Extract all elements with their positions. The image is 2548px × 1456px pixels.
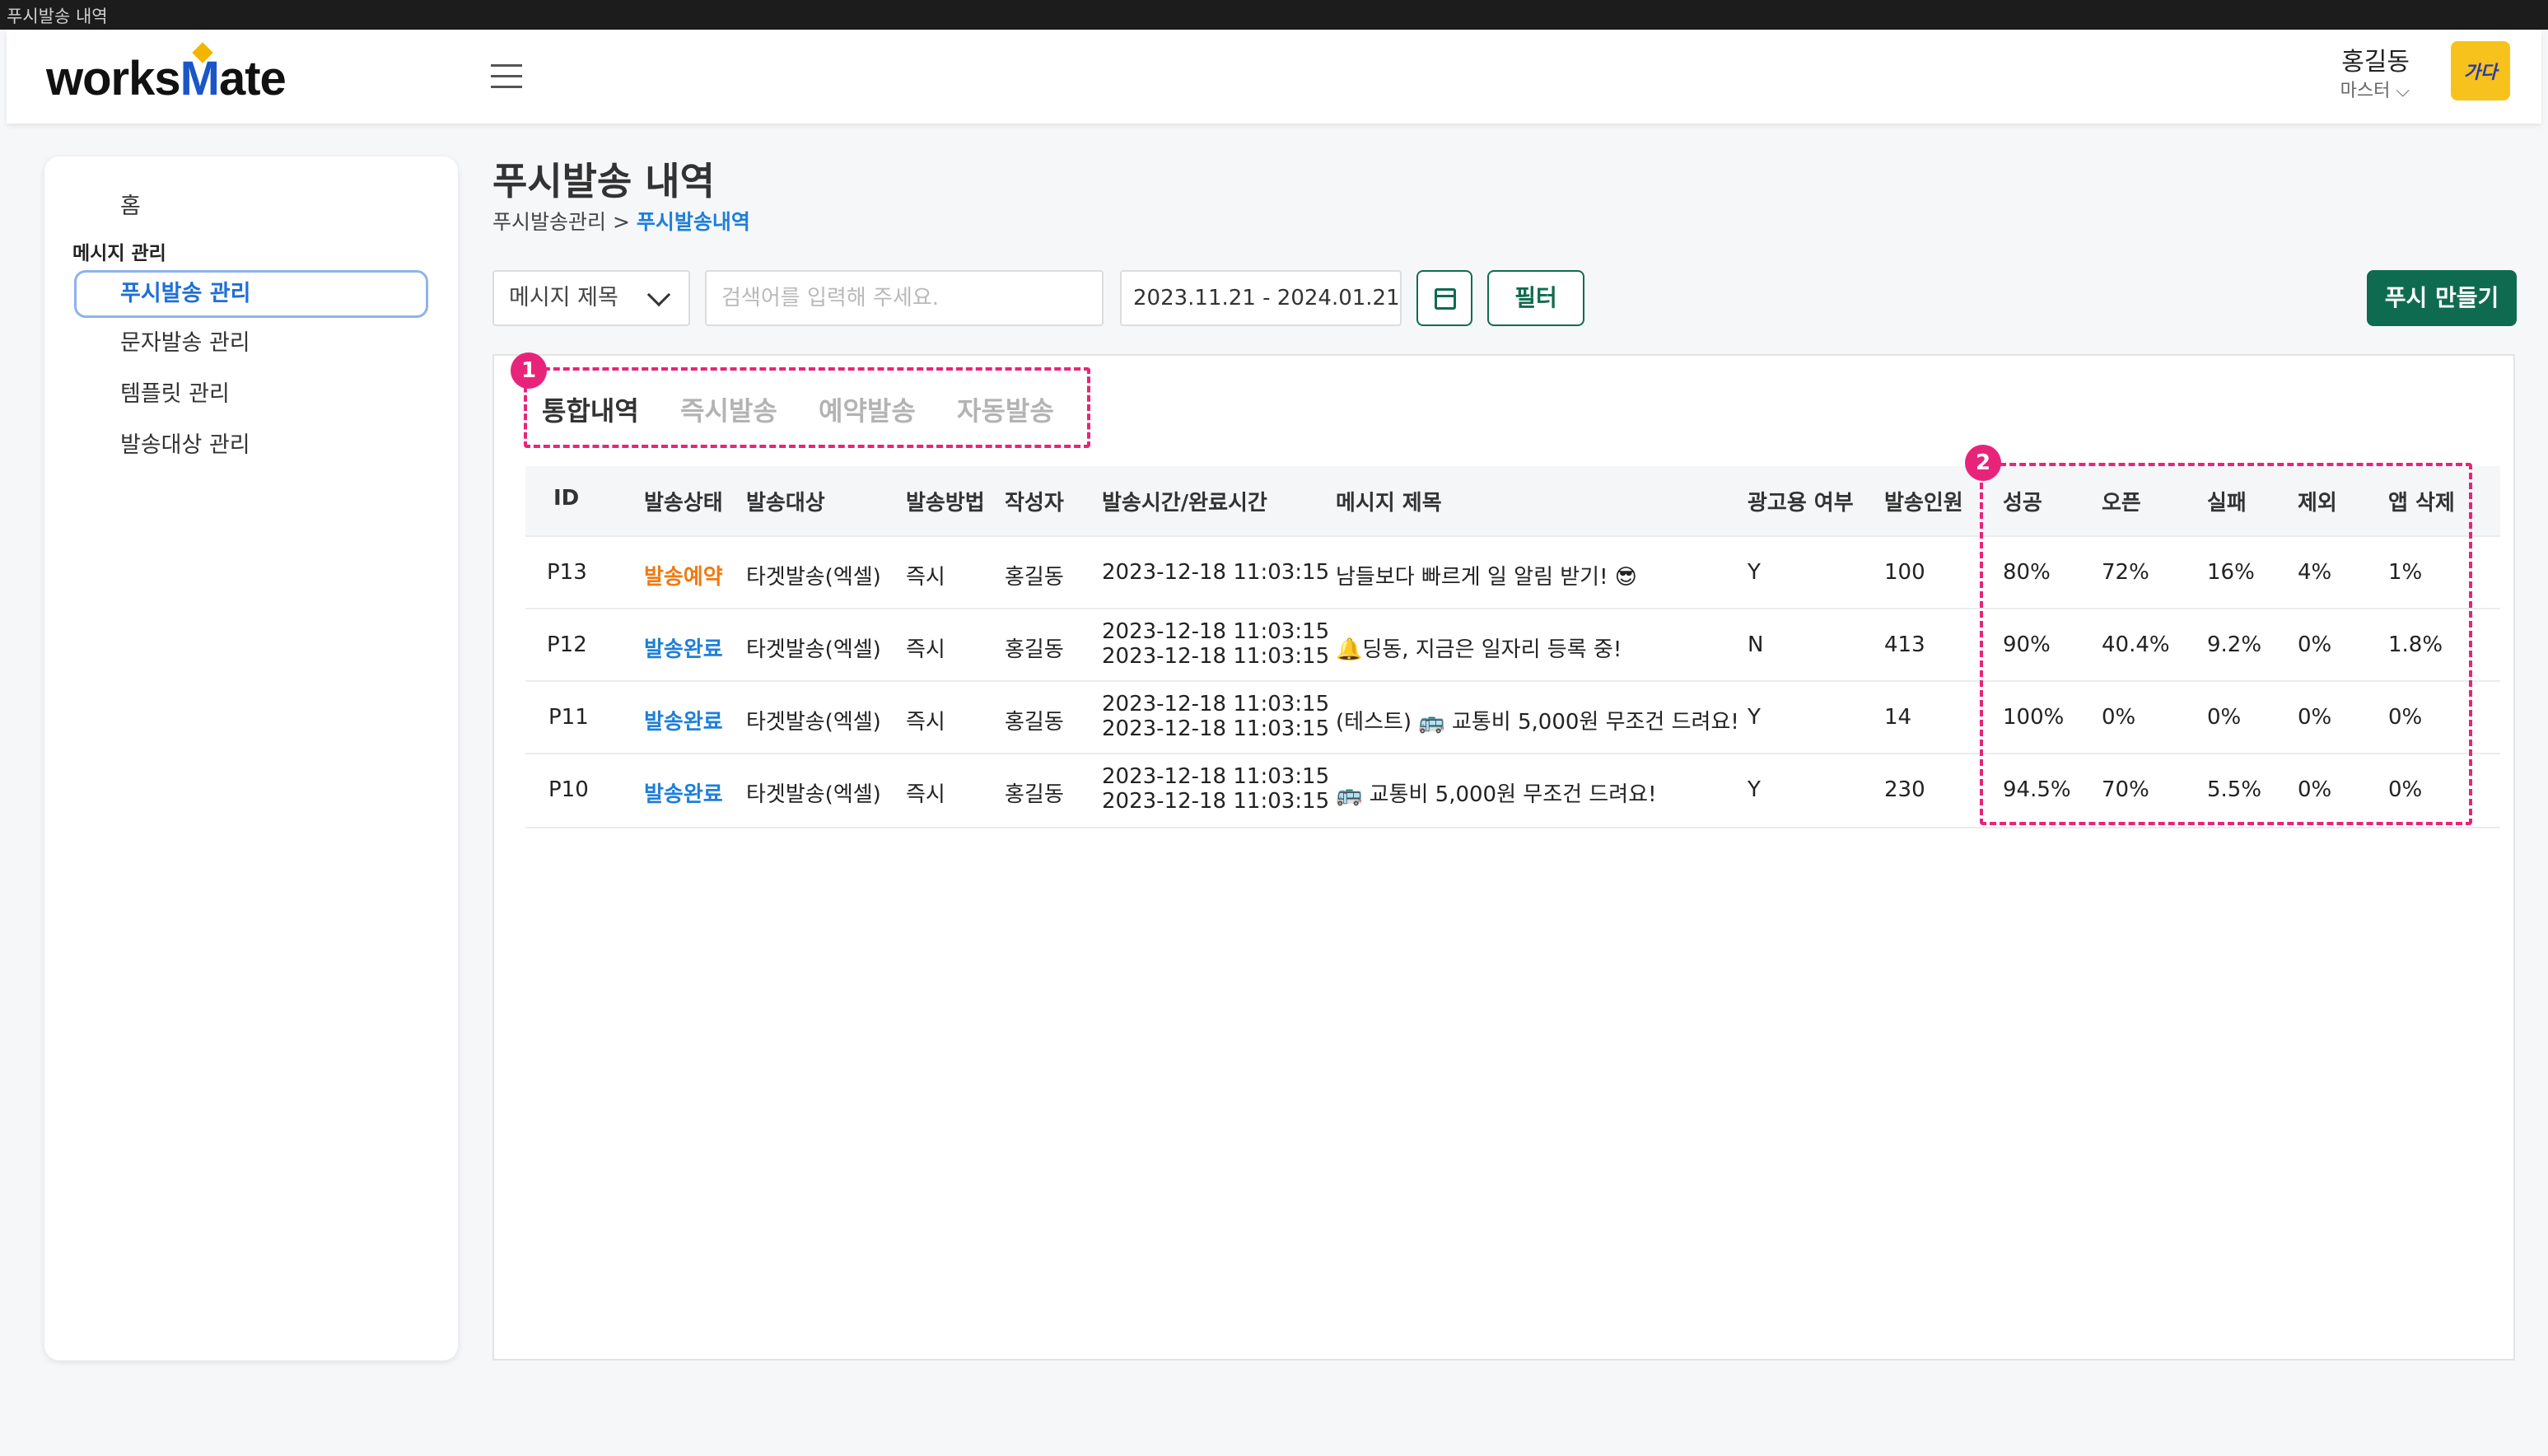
cell-status: 발송예약	[644, 565, 723, 590]
cell-title[interactable]: 남들보다 빠르게 일 알림 받기! 😎	[1336, 560, 1637, 590]
search-field-select[interactable]: 메시지 제목	[492, 270, 690, 326]
cell-id: P11	[548, 705, 589, 730]
cell-time-sent: 2023-12-18 11:03:15	[1102, 764, 1330, 789]
cell-title[interactable]: 🔔딩동, 지금은 일자리 등록 중!	[1336, 632, 1622, 663]
sidebar-item-push[interactable]: 푸시발송 관리	[74, 270, 428, 318]
cell-time-done: 2023-12-18 11:03:15	[1102, 716, 1330, 741]
menu-icon[interactable]	[491, 64, 522, 91]
cell-ad: Y	[1748, 777, 1761, 802]
cell-status: 발송완료	[644, 710, 723, 735]
cell-method: 즉시	[906, 782, 945, 807]
col-target: 발송대상	[746, 491, 825, 516]
create-push-button[interactable]: 푸시 만들기	[2367, 270, 2517, 326]
stats-annotation-box	[1980, 463, 2472, 825]
cell-time: 2023-12-18 11:03:15	[1102, 560, 1330, 585]
cell-author: 홍길동	[1005, 710, 1064, 735]
col-author: 작성자	[1005, 491, 1064, 516]
cell-status: 발송완료	[644, 782, 723, 807]
annotation-marker-2: 2	[1965, 445, 2001, 481]
cell-ad: N	[1748, 632, 1764, 657]
cell-method: 즉시	[906, 710, 945, 735]
calendar-button[interactable]	[1416, 270, 1472, 326]
logo-text-m: M	[180, 52, 220, 105]
col-count: 발송인원	[1884, 491, 1963, 516]
cell-author: 홍길동	[1005, 782, 1064, 807]
cell-count: 100	[1884, 560, 1925, 585]
col-status: 발송상태	[644, 491, 723, 516]
window-title: 푸시발송 내역	[7, 7, 108, 26]
col-id: ID	[553, 486, 580, 511]
col-ad: 광고용 여부	[1748, 491, 1854, 516]
cell-target: 타겟발송(엑셀)	[746, 637, 881, 662]
cell-time-done: 2023-12-18 11:03:15	[1102, 644, 1330, 669]
breadcrumb: 푸시발송관리 > 푸시발송내역	[492, 206, 750, 236]
user-role-dropdown[interactable]: 마스터 ⌵	[2340, 76, 2410, 102]
sidebar-section-message: 메시지 관리	[72, 243, 166, 264]
cell-title[interactable]: 🚌 교통비 5,000원 무조건 드려요!	[1336, 777, 1657, 808]
sidebar-item-sms[interactable]: 문자발송 관리	[74, 320, 428, 367]
cell-count: 413	[1884, 632, 1925, 657]
user-name: 홍길동	[2341, 48, 2410, 77]
cell-target: 타겟발송(엑셀)	[746, 710, 881, 735]
cell-target: 타겟발송(엑셀)	[746, 782, 881, 807]
breadcrumb-current: 푸시발송내역	[636, 210, 750, 234]
cell-id: P13	[547, 560, 587, 585]
cell-method: 즉시	[906, 565, 945, 590]
cell-ad: Y	[1748, 705, 1761, 730]
top-header: worksMate 홍길동 마스터 ⌵ 가다	[7, 30, 2541, 124]
col-method: 발송방법	[906, 491, 985, 516]
cell-title[interactable]: (테스트) 🚌 교통비 5,000원 무조건 드려요!	[1336, 705, 1739, 735]
window-titlebar: 푸시발송 내역	[0, 0, 2548, 30]
col-title: 메시지 제목	[1336, 491, 1442, 516]
cell-time-sent: 2023-12-18 11:03:15	[1102, 619, 1330, 644]
logo-text-ate: ate	[218, 52, 287, 105]
annotation-marker-1: 1	[511, 352, 547, 389]
filter-button[interactable]: 필터	[1487, 270, 1584, 326]
tab-auto[interactable]: 자동발송	[957, 390, 1054, 428]
cell-author: 홍길동	[1005, 565, 1064, 590]
chevron-down-icon	[646, 282, 671, 307]
col-time: 발송시간/완료시간	[1102, 491, 1267, 516]
date-range-field[interactable]: 2023.11.21 - 2024.01.21	[1120, 270, 1402, 326]
tab-instant[interactable]: 즉시발송	[680, 390, 777, 428]
logo[interactable]: worksMate	[46, 51, 287, 106]
sidebar-item-template[interactable]: 템플릿 관리	[74, 371, 428, 418]
cell-id: P10	[548, 777, 589, 802]
cell-method: 즉시	[906, 637, 945, 662]
sidebar: 홈 메시지 관리 푸시발송 관리 문자발송 관리 템플릿 관리 발송대상 관리	[44, 156, 458, 1360]
avatar[interactable]: 가다	[2451, 41, 2510, 100]
calendar-icon	[1435, 288, 1456, 310]
tab-scheduled[interactable]: 예약발송	[819, 390, 916, 428]
tab-all[interactable]: 통합내역	[542, 390, 639, 428]
cell-ad: Y	[1748, 560, 1761, 585]
cell-author: 홍길동	[1005, 637, 1064, 662]
cell-time-done: 2023-12-18 11:03:15	[1102, 789, 1330, 814]
logo-text-works: works	[46, 52, 181, 105]
cell-count: 14	[1884, 705, 1912, 730]
select-value: 메시지 제목	[509, 285, 618, 310]
row-divider	[525, 827, 2500, 828]
cell-count: 230	[1884, 777, 1925, 802]
sidebar-item-home[interactable]: 홈	[120, 188, 141, 220]
sidebar-item-recipients[interactable]: 발송대상 관리	[74, 422, 428, 469]
search-input[interactable]	[705, 270, 1104, 326]
breadcrumb-parent[interactable]: 푸시발송관리 >	[492, 210, 637, 234]
cell-target: 타겟발송(엑셀)	[746, 565, 881, 590]
cell-id: P12	[547, 632, 587, 657]
cell-status: 발송완료	[644, 637, 723, 662]
cell-time-sent: 2023-12-18 11:03:15	[1102, 692, 1330, 716]
page-title: 푸시발송 내역	[492, 159, 715, 203]
